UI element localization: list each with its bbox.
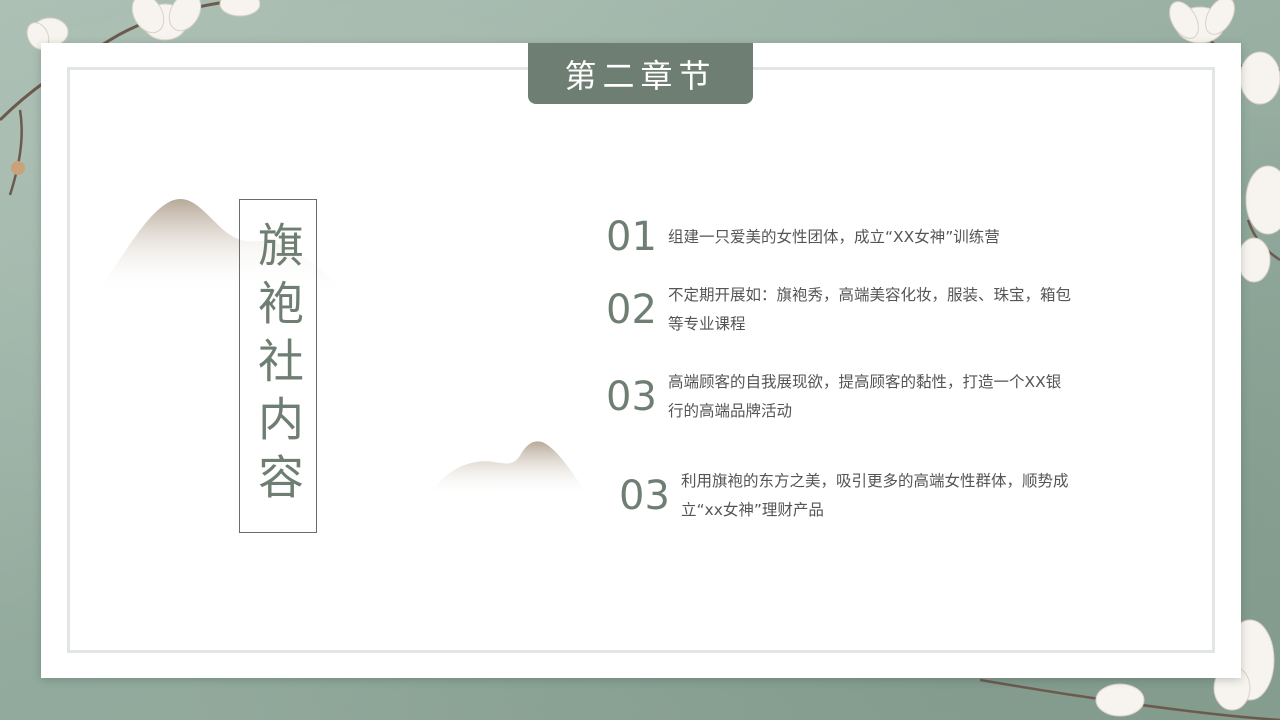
mountain-decoration-center-icon bbox=[429, 441, 589, 496]
list-item-4: 03 利用旗袍的东方之美，吸引更多的高端女性群体，顺势成立“xx女神”理财产品 bbox=[619, 467, 1089, 525]
list-item-2: 02 不定期开展如：旗袍秀，高端美容化妆，服装、珠宝，箱包等专业课程 bbox=[606, 281, 1076, 339]
chapter-tab: 第二章节 bbox=[528, 43, 753, 104]
list-item-1: 01 组建一只爱美的女性团体，成立“XX女神”训练营 bbox=[606, 214, 1076, 260]
chapter-tab-label: 第二章节 bbox=[564, 56, 717, 95]
item-text: 利用旗袍的东方之美，吸引更多的高端女性群体，顺势成立“xx女神”理财产品 bbox=[681, 472, 1069, 519]
content-card: 第二章节 旗袍社内容 01 组建一只爱美的女性团体，成立“XX女神”训练营 02… bbox=[41, 43, 1241, 678]
item-text: 组建一只爱美的女性团体，成立“XX女神”训练营 bbox=[668, 227, 1000, 246]
vertical-title: 旗袍社内容 bbox=[251, 221, 305, 511]
mountain-decoration-left-icon bbox=[96, 198, 346, 293]
item-number: 03 bbox=[619, 473, 670, 519]
list-item-3: 03 高端顾客的自我展现欲，提高顾客的黏性，打造一个XX银行的高端品牌活动 bbox=[606, 368, 1076, 426]
vertical-title-box: 旗袍社内容 bbox=[239, 199, 317, 533]
item-number: 01 bbox=[606, 214, 657, 260]
item-text: 高端顾客的自我展现欲，提高顾客的黏性，打造一个XX银行的高端品牌活动 bbox=[668, 373, 1062, 420]
item-number: 02 bbox=[606, 287, 657, 333]
item-text: 不定期开展如：旗袍秀，高端美容化妆，服装、珠宝，箱包等专业课程 bbox=[668, 286, 1072, 333]
item-number: 03 bbox=[606, 374, 657, 420]
